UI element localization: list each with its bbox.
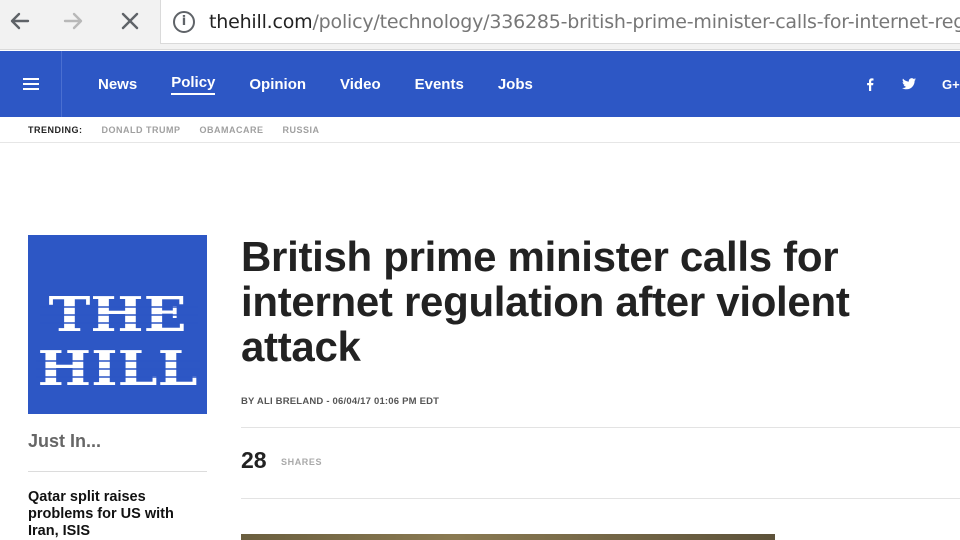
- back-arrow-icon[interactable]: [4, 6, 34, 36]
- forward-arrow-icon[interactable]: [59, 6, 89, 36]
- divider: [241, 498, 960, 499]
- url-host: thehill.com: [209, 10, 313, 33]
- article-hero-image: [241, 534, 775, 540]
- google-plus-icon[interactable]: G+: [942, 51, 960, 117]
- facebook-icon[interactable]: [866, 51, 874, 117]
- site-navigation: News Policy Opinion Video Events Jobs G+: [0, 51, 960, 117]
- trending-item[interactable]: OBAMACARE: [200, 125, 264, 135]
- divider: [28, 471, 207, 472]
- trending-bar: TRENDING: DONALD TRUMP OBAMACARE RUSSIA: [0, 117, 960, 143]
- just-in-headline-link[interactable]: Qatar split raises problems for US with …: [28, 489, 208, 540]
- nav-opinion[interactable]: Opinion: [249, 76, 306, 93]
- nav-policy[interactable]: Policy: [171, 74, 216, 95]
- site-info-icon[interactable]: i: [173, 10, 195, 33]
- url-text: thehill.com/policy/technology/336285-bri…: [209, 11, 960, 33]
- trending-item[interactable]: RUSSIA: [283, 125, 320, 135]
- article-byline: BY ALI BRELAND - 06/04/17 01:06 PM EDT: [241, 396, 440, 407]
- the-hill-logo[interactable]: THE HILL: [28, 235, 207, 414]
- divider: [241, 427, 960, 428]
- shares-label: SHARES: [281, 457, 323, 467]
- hamburger-icon: [22, 78, 39, 90]
- article-headline: British prime minister calls for interne…: [241, 233, 850, 370]
- nav-events[interactable]: Events: [415, 76, 464, 93]
- nav-news[interactable]: News: [98, 76, 137, 93]
- url-path: /policy/technology/336285-british-prime-…: [312, 10, 960, 33]
- just-in-heading: Just In...: [28, 431, 102, 451]
- browser-toolbar: i thehill.com/policy/technology/336285-b…: [0, 0, 960, 50]
- trending-item[interactable]: DONALD TRUMP: [102, 125, 181, 135]
- address-bar[interactable]: i thehill.com/policy/technology/336285-b…: [160, 0, 960, 44]
- twitter-icon[interactable]: [902, 51, 916, 117]
- trending-label: TRENDING:: [28, 124, 83, 135]
- nav-jobs[interactable]: Jobs: [498, 76, 533, 93]
- stop-loading-icon[interactable]: [115, 6, 145, 36]
- nav-links: News Policy Opinion Video Events Jobs: [98, 51, 567, 117]
- shares-count: 28: [241, 447, 267, 473]
- menu-button[interactable]: [0, 51, 62, 117]
- nav-video[interactable]: Video: [340, 76, 381, 93]
